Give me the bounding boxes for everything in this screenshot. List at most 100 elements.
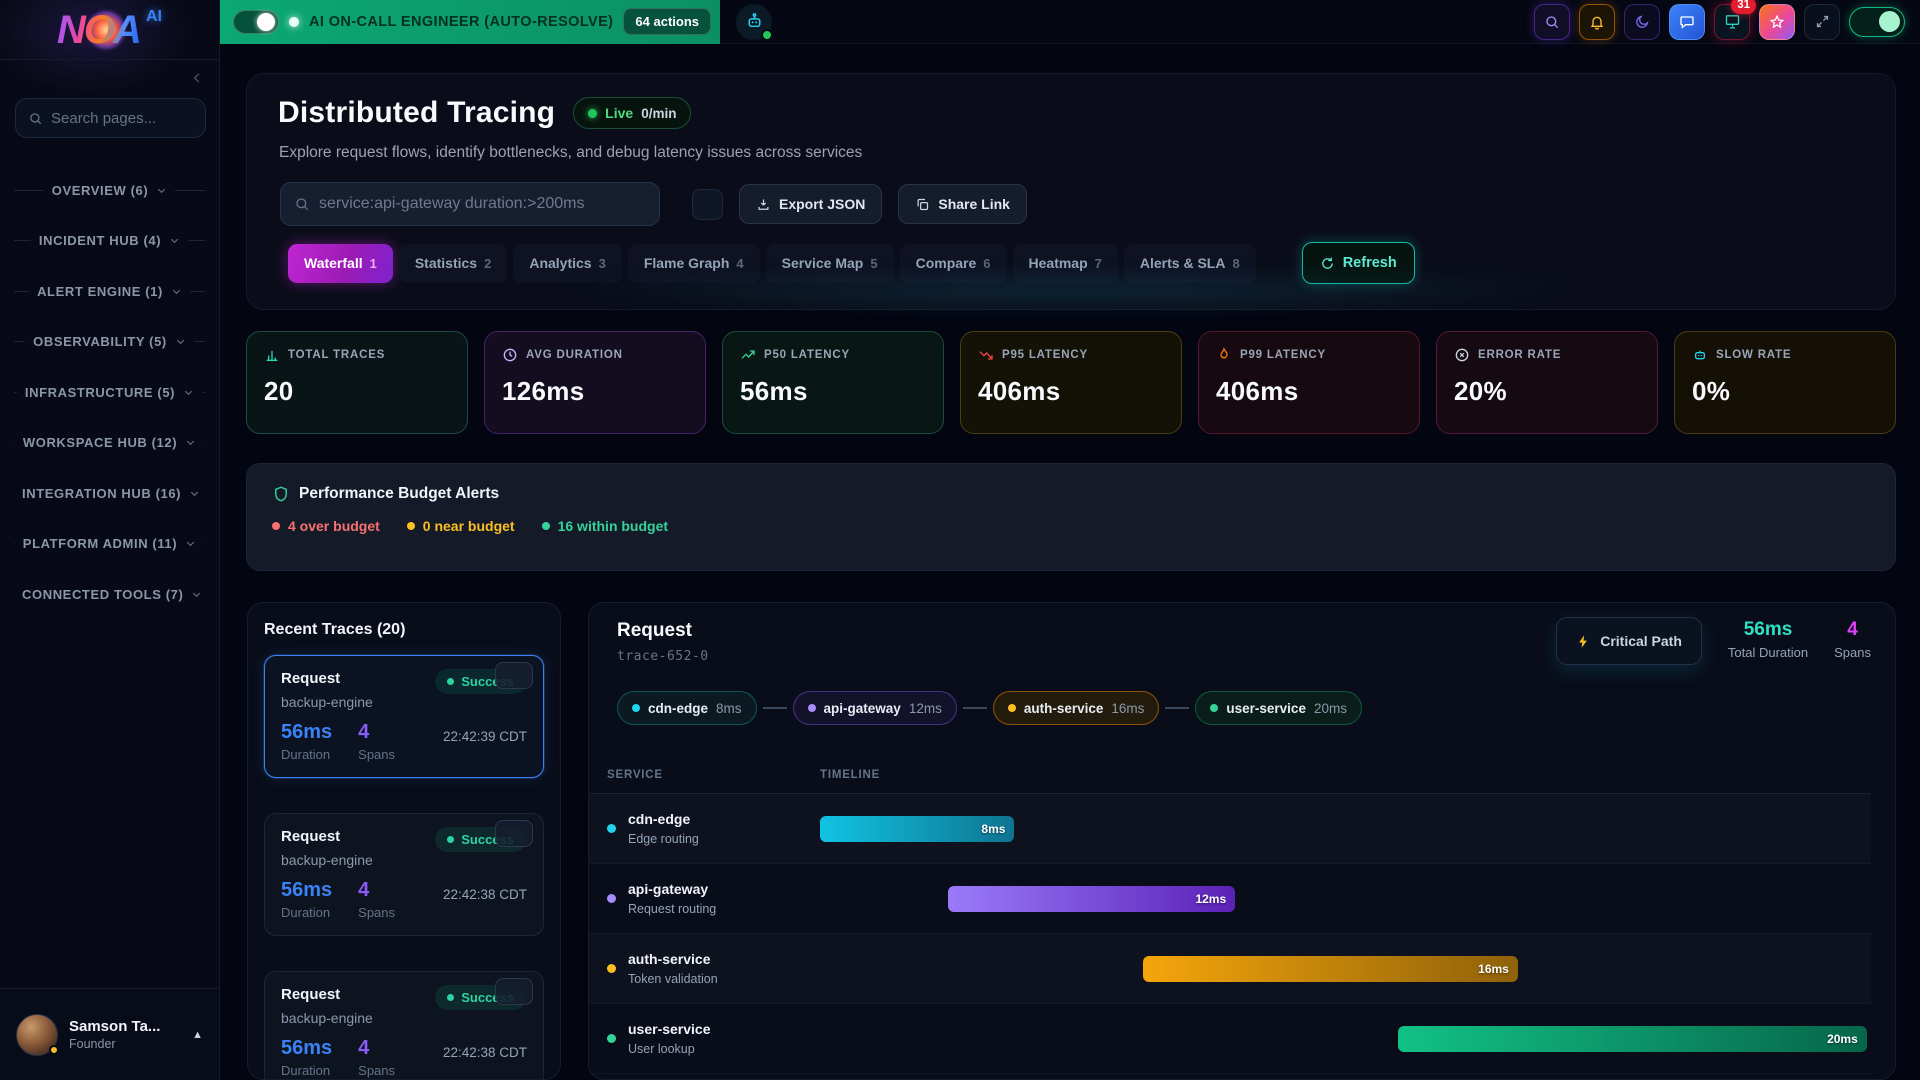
critical-path-button[interactable]: Critical Path bbox=[1556, 617, 1702, 665]
robot-icon bbox=[744, 11, 765, 32]
chip-cdn-edge[interactable]: cdn-edge 8ms bbox=[617, 691, 757, 725]
chat-button[interactable] bbox=[1669, 4, 1705, 40]
trace-service: backup-engine bbox=[281, 852, 527, 868]
budget-near-label: 0 near budget bbox=[423, 518, 515, 534]
user-card[interactable]: Samson Ta... Founder ▲ bbox=[0, 988, 219, 1080]
spans-label: Spans bbox=[358, 905, 395, 920]
tab-statistics[interactable]: Statistics2 bbox=[399, 244, 507, 283]
metric-total-traces: TOTAL TRACES 20 bbox=[246, 331, 468, 434]
trace-id: trace-652-0 bbox=[617, 649, 709, 664]
trace-action-button[interactable] bbox=[495, 820, 533, 847]
bell-icon bbox=[1589, 14, 1605, 30]
trace-action-button[interactable] bbox=[495, 978, 533, 1005]
metric-avg-duration: AVG DURATION 126ms bbox=[484, 331, 706, 434]
metric-label: P50 LATENCY bbox=[764, 349, 850, 361]
metric-value: 56ms bbox=[740, 376, 926, 407]
sidebar-item-integration-hub[interactable]: INTEGRATION HUB (16) bbox=[0, 468, 219, 519]
metric-label: AVG DURATION bbox=[526, 349, 623, 361]
sidebar-item-workspace-hub[interactable]: WORKSPACE HUB (12) bbox=[0, 418, 219, 469]
duration-label: Duration bbox=[281, 905, 332, 920]
waterfall-table: SERVICE TIMELINE cdn-edge Edge routing 8… bbox=[589, 756, 1871, 1074]
trace-query-input[interactable] bbox=[319, 195, 646, 213]
sidebar-item-infrastructure[interactable]: INFRASTRUCTURE (5) bbox=[0, 367, 219, 418]
nav-label: PLATFORM ADMIN (11) bbox=[23, 536, 177, 551]
user-card-collapse-button[interactable]: ▲ bbox=[192, 1029, 203, 1041]
ai-assistant-button[interactable] bbox=[736, 4, 772, 40]
span-service: api-gateway bbox=[628, 881, 716, 897]
download-icon bbox=[756, 197, 771, 212]
share-link-button[interactable]: Share Link bbox=[898, 184, 1027, 224]
user-info: Samson Ta... Founder bbox=[69, 1018, 160, 1051]
fullscreen-button[interactable] bbox=[1804, 4, 1840, 40]
export-json-button[interactable]: Export JSON bbox=[739, 184, 882, 224]
trace-card[interactable]: Request Success backup-engine 56ms Durat… bbox=[264, 971, 544, 1080]
chip-user-service[interactable]: user-service 20ms bbox=[1195, 691, 1362, 725]
span-row-auth-service[interactable]: auth-service Token validation 16ms bbox=[589, 934, 1871, 1004]
tab-analytics[interactable]: Analytics3 bbox=[513, 244, 621, 283]
chevron-down-icon bbox=[189, 488, 200, 499]
budget-over: 4 over budget bbox=[272, 518, 380, 534]
span-row-user-service[interactable]: user-service User lookup 20ms bbox=[589, 1004, 1871, 1074]
tab-waterfall[interactable]: Waterfall1 bbox=[288, 244, 393, 283]
tab-label: Compare bbox=[916, 255, 977, 271]
service-dot bbox=[607, 894, 616, 903]
screen-icon bbox=[1724, 13, 1741, 30]
chip-duration: 8ms bbox=[716, 701, 742, 716]
actions-count-badge[interactable]: 64 actions bbox=[623, 8, 711, 35]
trace-card[interactable]: Request Success backup-engine 56ms Durat… bbox=[264, 813, 544, 936]
clock-icon bbox=[502, 347, 518, 363]
lightning-icon bbox=[1576, 634, 1591, 649]
theme-toggle[interactable] bbox=[1849, 7, 1905, 37]
success-dot bbox=[447, 994, 454, 1001]
sidebar-item-observability[interactable]: OBSERVABILITY (5) bbox=[0, 317, 219, 368]
sidebar-collapse-button[interactable] bbox=[187, 68, 207, 88]
activity-monitor-button[interactable]: 31 bbox=[1714, 4, 1750, 40]
dark-mode-button[interactable] bbox=[1624, 4, 1660, 40]
tab-heatmap[interactable]: Heatmap7 bbox=[1013, 244, 1118, 283]
tab-alerts-sla[interactable]: Alerts & SLA8 bbox=[1124, 244, 1256, 283]
notifications-button[interactable] bbox=[1579, 4, 1615, 40]
sidebar-item-incident-hub[interactable]: INCIDENT HUB (4) bbox=[0, 216, 219, 267]
app-logo[interactable]: NOA AI bbox=[0, 0, 219, 60]
tab-service-map[interactable]: Service Map5 bbox=[766, 244, 894, 283]
metric-value: 406ms bbox=[1216, 376, 1402, 407]
export-json-label: Export JSON bbox=[779, 196, 865, 212]
span-row-api-gateway[interactable]: api-gateway Request routing 12ms bbox=[589, 864, 1871, 934]
favorites-button[interactable] bbox=[1759, 4, 1795, 40]
metric-label: P99 LATENCY bbox=[1240, 349, 1326, 361]
status-dot bbox=[407, 522, 415, 530]
sidebar-item-platform-admin[interactable]: PLATFORM ADMIN (11) bbox=[0, 519, 219, 570]
waterfall-header: SERVICE TIMELINE bbox=[589, 756, 1871, 794]
chip-auth-service[interactable]: auth-service 16ms bbox=[993, 691, 1160, 725]
refresh-button[interactable]: Refresh bbox=[1302, 242, 1415, 284]
span-description: Edge routing bbox=[628, 832, 699, 846]
trace-card[interactable]: Request Success backup-engine 56ms Durat… bbox=[264, 655, 544, 778]
sidebar-search-input[interactable] bbox=[51, 110, 193, 127]
span-bar[interactable]: 16ms bbox=[1143, 956, 1518, 982]
success-dot bbox=[447, 836, 454, 843]
filter-toggle-button[interactable] bbox=[692, 189, 723, 220]
sidebar-item-connected-tools[interactable]: CONNECTED TOOLS (7) bbox=[0, 569, 219, 620]
span-bar[interactable]: 8ms bbox=[820, 816, 1014, 842]
sidebar-item-alert-engine[interactable]: ALERT ENGINE (1) bbox=[0, 266, 219, 317]
tab-compare[interactable]: Compare6 bbox=[900, 244, 1007, 283]
search-button[interactable] bbox=[1534, 4, 1570, 40]
total-duration-stat: 56ms Total Duration bbox=[1728, 619, 1808, 660]
sidebar-search[interactable] bbox=[15, 98, 206, 138]
span-bar[interactable]: 20ms bbox=[1398, 1026, 1867, 1052]
trace-query-box[interactable] bbox=[280, 182, 660, 226]
span-row-cdn-edge[interactable]: cdn-edge Edge routing 8ms bbox=[589, 794, 1871, 864]
tab-flame-graph[interactable]: Flame Graph4 bbox=[628, 244, 760, 283]
auto-resolve-toggle[interactable] bbox=[233, 10, 279, 34]
metric-slow-rate: SLOW RATE 0% bbox=[1674, 331, 1896, 434]
span-bar[interactable]: 12ms bbox=[948, 886, 1235, 912]
chip-duration: 20ms bbox=[1314, 701, 1347, 716]
chip-api-gateway[interactable]: api-gateway 12ms bbox=[793, 691, 957, 725]
span-description: User lookup bbox=[628, 1042, 711, 1056]
metric-error-rate: ERROR RATE 20% bbox=[1436, 331, 1658, 434]
trace-action-button[interactable] bbox=[495, 662, 533, 689]
sidebar-item-overview[interactable]: OVERVIEW (6) bbox=[0, 165, 219, 216]
span-service: cdn-edge bbox=[628, 811, 699, 827]
refresh-icon bbox=[1320, 256, 1335, 271]
chevron-down-icon bbox=[171, 286, 182, 297]
